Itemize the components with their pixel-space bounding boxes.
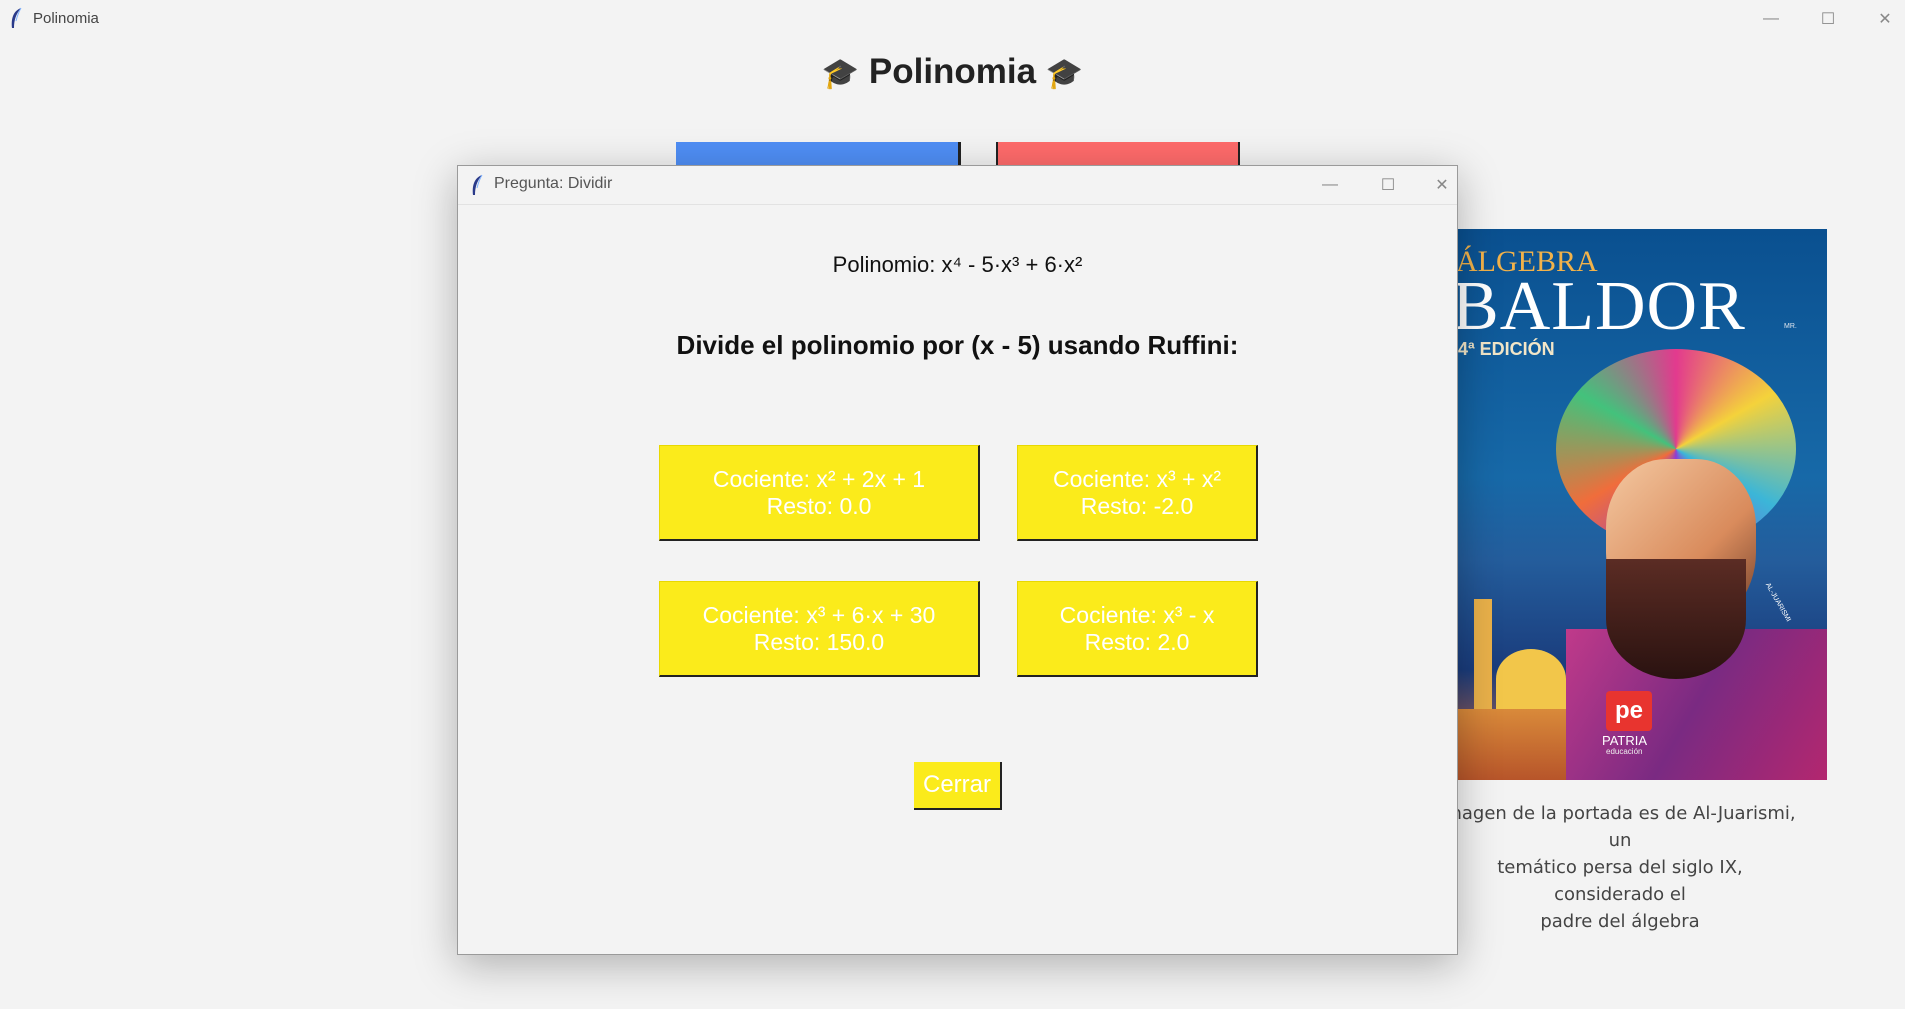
dialog-maximize-button[interactable]: ☐: [1368, 166, 1408, 204]
app-heading-text: Polinomia: [868, 52, 1037, 91]
dialog-title: Pregunta: Dividir: [494, 175, 613, 192]
answer-option-1[interactable]: Cociente: x² + 2x + 1 Resto: 0.0: [659, 445, 980, 541]
dialog-minimize-button[interactable]: —: [1310, 166, 1350, 204]
maximize-button[interactable]: ☐: [1808, 0, 1848, 37]
answer-option-4[interactable]: Cociente: x³ - x Resto: 2.0: [1017, 581, 1258, 677]
option-quotient: Cociente: x³ + 6·x + 30: [702, 601, 936, 628]
option-quotient: Cociente: x³ + x²: [1052, 465, 1222, 492]
answer-option-2[interactable]: Cociente: x³ + x² Resto: -2.0: [1017, 445, 1258, 541]
question-text: Divide el polinomio por (x - 5) usando R…: [676, 330, 1239, 360]
caption-line: temático persa del siglo IX, considerado…: [1497, 857, 1743, 905]
beard-shape: [1606, 559, 1746, 679]
window-title: Polinomia: [33, 10, 99, 27]
maximize-icon: ☐: [1380, 177, 1396, 194]
main-titlebar: Polinomia — ☐ ✕: [0, 0, 1905, 37]
close-icon: ✕: [1435, 177, 1449, 194]
feather-icon: [11, 7, 22, 28]
minimize-button[interactable]: —: [1751, 0, 1791, 37]
main-red-button[interactable]: [996, 142, 1240, 167]
polynomial-label: Polinomio: x⁴ - 5·x³ + 6·x²: [832, 252, 1083, 277]
dialog-close-button[interactable]: ✕: [1427, 166, 1457, 204]
minimize-icon: —: [1763, 9, 1779, 27]
publisher-name: PATRIA: [1602, 733, 1648, 748]
option-quotient: Cociente: x² + 2x + 1: [712, 465, 926, 492]
close-button[interactable]: ✕: [1865, 0, 1905, 37]
feather-icon: [472, 174, 483, 195]
app-heading: 🎓 Polinomia 🎓: [0, 52, 1905, 92]
cover-title-line2: BALDOR: [1456, 268, 1746, 345]
main-blue-button[interactable]: [676, 142, 961, 167]
option-remainder: Resto: 0.0: [766, 492, 872, 519]
book-cover-image: ÁLGEBRA BALDOR MR. 4ª EDICIÓN AL-JUARISM…: [1456, 229, 1827, 780]
question-dialog: Pregunta: Dividir — ☐ ✕ Polinomio: x⁴ - …: [457, 165, 1458, 955]
option-quotient: Cociente: x³ - x: [1059, 601, 1215, 628]
maximize-icon: ☐: [1820, 10, 1836, 28]
publisher-sub: educación: [1606, 747, 1643, 756]
publisher-logo: pe: [1606, 691, 1652, 731]
graduation-cap-icon: 🎓: [1045, 57, 1084, 91]
dome-shape: [1496, 649, 1566, 709]
option-remainder: Resto: -2.0: [1080, 492, 1194, 519]
caption-line: magen de la portada es de Al-Juarismi, u…: [1444, 803, 1796, 851]
caption-line: padre del álgebra: [1540, 911, 1700, 932]
cover-caption: magen de la portada es de Al-Juarismi, u…: [1440, 800, 1800, 935]
dialog-titlebar: Pregunta: Dividir — ☐ ✕: [458, 166, 1457, 205]
minimize-icon: —: [1322, 176, 1338, 193]
cover-edition: 4ª EDICIÓN: [1458, 339, 1555, 359]
answer-option-3[interactable]: Cociente: x³ + 6·x + 30 Resto: 150.0: [659, 581, 980, 677]
cover-mark: MR.: [1784, 323, 1797, 330]
graduation-cap-icon: 🎓: [821, 57, 860, 91]
option-remainder: Resto: 150.0: [753, 628, 885, 655]
option-remainder: Resto: 2.0: [1084, 628, 1190, 655]
cerrar-button[interactable]: Cerrar: [914, 762, 1002, 810]
close-icon: ✕: [1878, 10, 1892, 28]
